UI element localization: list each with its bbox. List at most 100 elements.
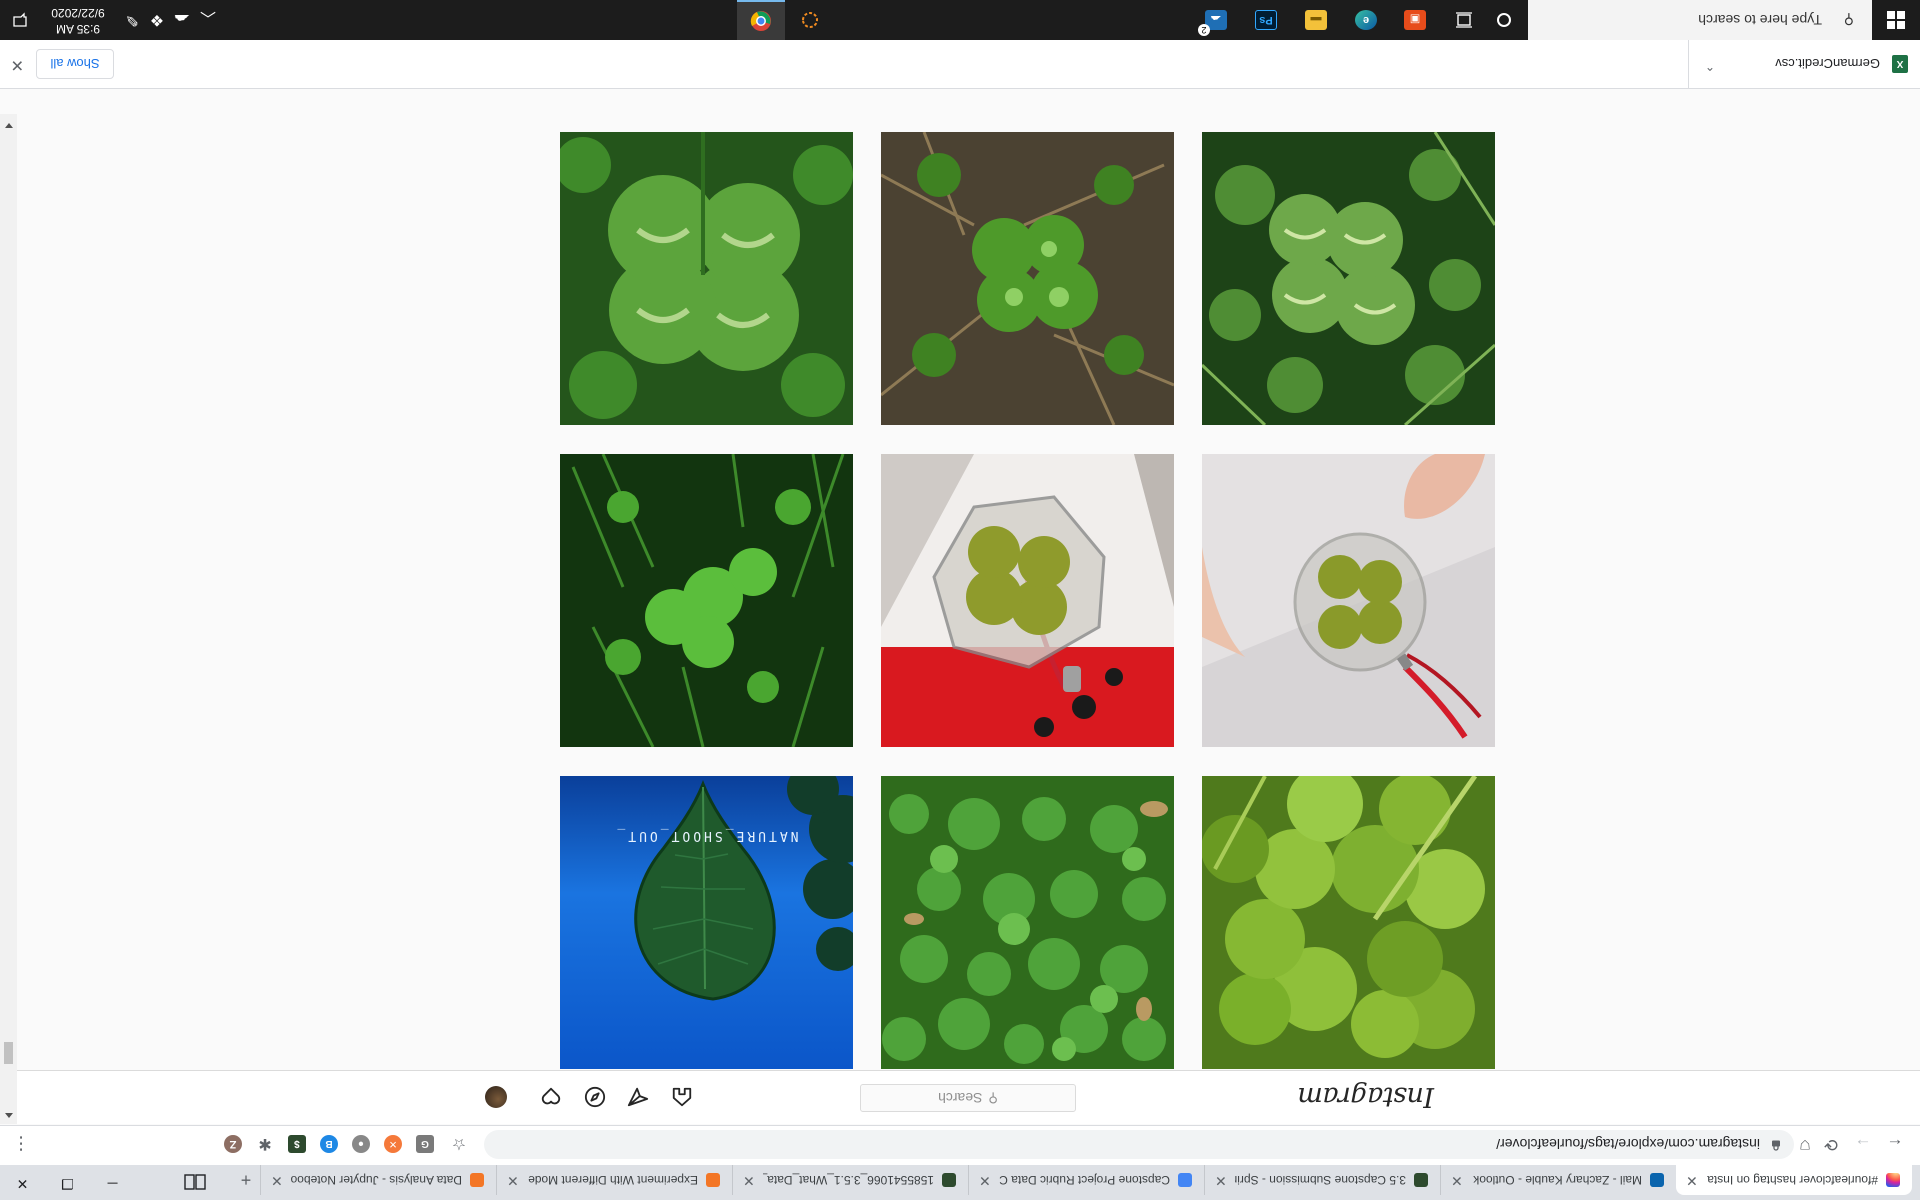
close-tab-icon[interactable]: ✕ (507, 1172, 519, 1189)
show-all-button[interactable]: Show all (36, 49, 114, 79)
file-explorer-icon[interactable]: ▬ (1292, 0, 1340, 40)
action-center-icon[interactable] (0, 0, 40, 40)
forward-button[interactable]: → (1850, 1131, 1876, 1157)
clock-time: 9:35 AM (55, 22, 101, 36)
tab-title: 1585541066_3.5.1_What_Data_to (763, 1173, 934, 1187)
anaconda-icon[interactable] (786, 0, 834, 40)
start-button[interactable] (1872, 0, 1920, 40)
home-icon[interactable] (670, 1085, 694, 1109)
search-input[interactable]: ⚲ Search (860, 1084, 1076, 1112)
tab-strip: #fourleafclover hashtag on Insta ✕ Mail … (0, 1165, 1920, 1200)
tab-what-data[interactable]: 1585541066_3.5.1_What_Data_to ✕ (732, 1165, 968, 1195)
windows-taskbar: ⚲ Type here to search ▣ e ▬ Ps ☁ 2 ︿ ☁ ❖… (0, 0, 1920, 40)
lock-icon (1772, 1140, 1780, 1151)
download-item[interactable]: X GermanCredit.csv ⌃ (1688, 39, 1920, 88)
tab-search-icon[interactable] (180, 1168, 210, 1196)
tab-title: Data Analysis - Jupyter Noteboo (291, 1173, 462, 1187)
photo-grid: NATURE_SHOOT_OUT_ (559, 129, 1495, 1069)
extension-s-icon[interactable]: $ (288, 1135, 306, 1153)
reload-button[interactable]: ⟳ (1818, 1131, 1844, 1157)
minimize-button[interactable]: ─ (90, 1168, 135, 1200)
leaf-photo (560, 776, 853, 1069)
tab-outlook[interactable]: Mail - Zachary Kauble - Outlook ✕ (1440, 1165, 1676, 1195)
close-window-button[interactable]: ✕ (0, 1168, 45, 1200)
pendant-photo (1202, 454, 1495, 747)
springboard-favicon-icon (1414, 1173, 1428, 1187)
extension-b-icon[interactable]: B (320, 1135, 338, 1153)
tab-instagram[interactable]: #fourleafclover hashtag on Insta ✕ (1676, 1165, 1912, 1195)
page-scrollbar[interactable] (0, 114, 17, 1124)
instagram-header: Instagram ⚲ Search (17, 1070, 1920, 1124)
chevron-up-icon[interactable]: ⌃ (1705, 59, 1715, 73)
activity-heart-icon[interactable] (539, 1085, 563, 1109)
scroll-down-icon[interactable] (5, 123, 13, 128)
bookmark-star-icon[interactable]: ☆ (446, 1131, 472, 1157)
chrome-taskbar-icon[interactable] (737, 0, 785, 40)
post-thumbnail-resin-pendant-red[interactable] (881, 454, 1174, 747)
explore-compass-icon[interactable] (583, 1085, 607, 1109)
close-icon[interactable]: ✕ (11, 55, 24, 75)
extension-x-icon[interactable]: ✕ (384, 1135, 402, 1153)
photoshop-icon[interactable]: Ps (1242, 0, 1290, 40)
tab-capstone-submission[interactable]: 3.5 Capstone Submission - Sprin ✕ (1204, 1165, 1440, 1195)
show-hidden-icons-chevron-icon[interactable]: ︿ (196, 0, 220, 40)
extension-g-icon[interactable]: G (416, 1135, 434, 1153)
office-app-icon[interactable]: ▣ (1391, 0, 1439, 40)
download-filename: GermanCredit.csv (1775, 56, 1880, 71)
post-thumbnail-clover-closeup-a[interactable] (1202, 132, 1495, 425)
search-icon: ⚲ (1843, 12, 1854, 28)
extension-circle-icon[interactable]: ● (352, 1135, 370, 1153)
close-tab-icon[interactable]: ✕ (271, 1172, 283, 1189)
windows-search-box[interactable]: ⚲ Type here to search (1528, 0, 1872, 40)
restore-button[interactable]: ❐ (45, 1168, 90, 1200)
tab-experiment-models[interactable]: Experiment With Different Mode ✕ (496, 1165, 732, 1195)
docs-favicon-icon (1178, 1173, 1192, 1187)
close-tab-icon[interactable]: ✕ (1686, 1172, 1698, 1189)
new-tab-button[interactable]: + (232, 1165, 260, 1195)
clock-date: 9/22/2020 (51, 6, 105, 20)
shield-icon[interactable]: ⛉ (1792, 1131, 1818, 1157)
tab-capstone-rubric[interactable]: Capstone Project Rubric Data Co ✕ (968, 1165, 1204, 1195)
menu-kebab-icon[interactable]: ⋮ (8, 1131, 34, 1157)
post-thumbnail-clover-dirt[interactable] (881, 132, 1174, 425)
post-thumbnail-clover-closeup-b[interactable] (560, 132, 853, 425)
task-view-icon[interactable] (1440, 0, 1488, 40)
scroll-up-icon[interactable] (5, 1113, 13, 1118)
extensions-puzzle-icon[interactable]: ✱ (256, 1135, 274, 1153)
pendant-photo (881, 454, 1174, 747)
instagram-logo[interactable]: Instagram (1298, 1081, 1434, 1112)
search-icon: ⚲ (988, 1091, 998, 1106)
post-thumbnail-leaf-blue[interactable]: NATURE_SHOOT_OUT_ (560, 776, 853, 1069)
post-thumbnail-resin-pendant-hand[interactable] (1202, 454, 1495, 747)
edge-browser-icon[interactable]: e (1342, 0, 1390, 40)
direct-messages-icon[interactable] (626, 1085, 650, 1109)
close-tab-icon[interactable]: ✕ (743, 1172, 755, 1189)
close-tab-icon[interactable]: ✕ (1215, 1172, 1227, 1189)
post-thumbnail-clover-patch[interactable] (881, 776, 1174, 1069)
pen-icon[interactable]: ✎ (119, 0, 145, 40)
clover-photo (1202, 776, 1495, 1069)
back-button[interactable]: ← (1882, 1131, 1908, 1157)
post-thumbnail-clover-grass[interactable] (560, 454, 853, 747)
tab-data-analysis[interactable]: Data Analysis - Jupyter Noteboo ✕ (260, 1165, 496, 1195)
onedrive-tray-icon[interactable]: ☁ (169, 0, 195, 40)
profile-avatar[interactable]: Z (224, 1135, 242, 1153)
tab-title: Mail - Zachary Kauble - Outlook (1473, 1173, 1642, 1187)
onedrive-app-icon[interactable]: ☁ 2 (1192, 0, 1240, 40)
avatar[interactable] (485, 1086, 507, 1108)
close-tab-icon[interactable]: ✕ (979, 1172, 991, 1189)
system-clock[interactable]: 9:35 AM 9/22/2020 (42, 5, 114, 37)
clover-photo (560, 454, 853, 747)
windows-search-placeholder: Type here to search (1698, 12, 1822, 28)
tab-title: #fourleafclover hashtag on Insta (1707, 1173, 1878, 1187)
clover-photo (1202, 132, 1495, 425)
close-tab-icon[interactable]: ✕ (1451, 1172, 1463, 1189)
excel-file-icon: X (1892, 55, 1908, 73)
scrollbar-thumb[interactable] (4, 1042, 13, 1064)
browser-toolbar: ← → ⟳ ⛉ instagram.com/explore/tags/fourl… (0, 1125, 1920, 1165)
dropbox-icon[interactable]: ❖ (144, 0, 170, 40)
url-text: instagram.com/explore/tags/fourleafclove… (1496, 1136, 1760, 1153)
address-bar[interactable]: instagram.com/explore/tags/fourleafclove… (484, 1130, 1794, 1159)
post-thumbnail-clover-field[interactable] (1202, 776, 1495, 1069)
clover-photo (560, 132, 853, 425)
